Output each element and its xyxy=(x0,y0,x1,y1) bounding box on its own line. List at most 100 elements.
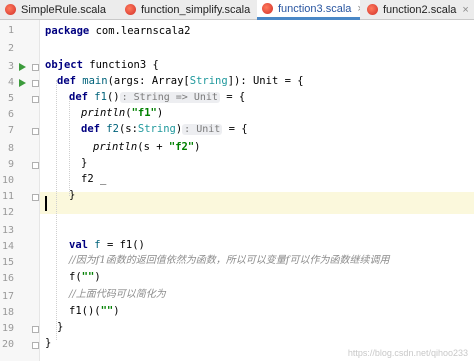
line-number: 1 xyxy=(7,25,14,36)
keyword: def xyxy=(57,75,76,87)
scala-file-icon xyxy=(262,3,273,14)
code-text: function3 { xyxy=(82,59,159,71)
scala-file-icon xyxy=(5,4,16,15)
keyword: val xyxy=(69,239,88,251)
line-number: 11 xyxy=(1,191,14,202)
code-line-19: } xyxy=(57,321,64,333)
code-text: (s: xyxy=(118,123,138,135)
type-name: String xyxy=(189,75,228,87)
fold-marker-icon[interactable] xyxy=(32,128,39,135)
current-line-highlight xyxy=(40,192,474,214)
keyword: def xyxy=(69,91,88,103)
line-number: 8 xyxy=(7,143,14,154)
code-text: f( xyxy=(69,271,82,283)
code-line-20: } xyxy=(45,337,52,349)
code-line-8: println(s + "f2") xyxy=(93,139,201,155)
line-number: 13 xyxy=(1,225,14,236)
code-line-14: val f = f1() xyxy=(69,237,145,253)
code-line-11: } xyxy=(69,189,76,201)
run-gutter-icon[interactable] xyxy=(19,63,26,71)
tab-function-simplify[interactable]: function_simplify.scala × xyxy=(120,0,253,19)
type-hint: : Unit xyxy=(182,124,223,135)
string-literal: "f2" xyxy=(168,141,195,153)
function-name: f1 xyxy=(87,91,107,103)
code-line-4: def main(args: Array[String]): Unit = { xyxy=(57,73,304,89)
tab-function3[interactable]: function3.scala × xyxy=(257,0,360,20)
variable-name: f xyxy=(87,239,101,251)
line-number: 10 xyxy=(1,175,14,186)
code-line-5: def f1(): String => Unit = { xyxy=(69,89,245,105)
code-line-16: f("") xyxy=(69,269,101,285)
line-number: 19 xyxy=(1,323,14,334)
line-number: 6 xyxy=(7,109,14,120)
string-literal: "f1" xyxy=(131,107,157,119)
line-number: 16 xyxy=(1,273,14,284)
fold-marker-icon[interactable] xyxy=(32,64,39,71)
code-text: com.learnscala2 xyxy=(89,25,191,37)
line-number: 5 xyxy=(7,93,14,104)
line-number: 18 xyxy=(1,307,14,318)
line-number: 2 xyxy=(7,43,14,54)
watermark: https://blog.csdn.net/qihoo233 xyxy=(347,348,468,358)
string-literal: "" xyxy=(100,305,114,317)
code-line-6: println("f1") xyxy=(81,105,163,121)
line-number: 7 xyxy=(7,125,14,136)
code-text: = f1() xyxy=(100,239,145,251)
editor-gutter: 1 2 3 4 5 6 7 8 9 10 11 12 13 14 15 16 1… xyxy=(0,20,40,361)
function-call: println xyxy=(81,107,126,119)
function-name: main xyxy=(75,75,108,87)
keyword: package xyxy=(45,25,90,37)
type-hint: : String => Unit xyxy=(119,92,220,103)
string-literal: "" xyxy=(81,271,95,283)
line-number: 15 xyxy=(1,257,14,268)
indent-guide xyxy=(69,96,70,196)
tab-simplerule[interactable]: SimpleRule.scala × xyxy=(0,0,110,19)
keyword: object xyxy=(45,59,83,71)
line-number: 20 xyxy=(1,339,14,350)
code-text: (args: Array[ xyxy=(107,75,190,87)
code-text: = { xyxy=(219,91,246,103)
line-number: 12 xyxy=(1,207,14,218)
tab-function2[interactable]: function2.scala × xyxy=(362,0,474,19)
tab-label: function3.scala xyxy=(278,2,352,15)
line-number: 14 xyxy=(1,241,14,252)
code-line-1: package com.learnscala2 xyxy=(45,23,190,39)
editor-tab-bar: SimpleRule.scala × function_simplify.sca… xyxy=(0,0,474,20)
scala-file-icon xyxy=(125,4,136,15)
type-name: String xyxy=(137,123,176,135)
fold-marker-icon[interactable] xyxy=(32,342,39,349)
scala-file-icon xyxy=(367,4,378,15)
indent-guide xyxy=(56,80,57,340)
text-caret xyxy=(45,196,47,211)
code-text: ) xyxy=(156,107,164,119)
code-line-3: object function3 { xyxy=(45,57,159,73)
code-text: () xyxy=(106,91,120,103)
run-gutter-icon[interactable] xyxy=(19,79,26,87)
code-text: (s + xyxy=(137,141,169,153)
code-line-18: f1()("") xyxy=(69,303,120,319)
tab-label: function_simplify.scala xyxy=(141,3,251,16)
code-line-9: } xyxy=(81,157,88,169)
function-call: println xyxy=(93,141,138,153)
keyword: def xyxy=(81,123,100,135)
code-text: = { xyxy=(222,123,248,135)
line-number: 17 xyxy=(1,291,14,302)
code-line-10: f2 _ xyxy=(81,173,107,185)
line-number: 9 xyxy=(7,159,14,170)
code-text: ) xyxy=(94,271,101,283)
fold-marker-icon[interactable] xyxy=(32,96,39,103)
line-number: 4 xyxy=(7,77,14,88)
tab-label: SimpleRule.scala xyxy=(21,3,106,16)
fold-marker-icon[interactable] xyxy=(32,194,39,201)
code-text: ) xyxy=(194,141,201,153)
code-text: ]): Unit = { xyxy=(227,75,304,87)
close-tab-icon[interactable]: × xyxy=(462,4,468,16)
code-line-7: def f2(s:String): Unit = { xyxy=(81,121,248,137)
fold-marker-icon[interactable] xyxy=(32,80,39,87)
code-comment: //上面代码可以简化为 xyxy=(69,289,166,300)
code-editor[interactable]: package com.learnscala2 object function3… xyxy=(40,20,474,361)
fold-marker-icon[interactable] xyxy=(32,326,39,333)
fold-marker-icon[interactable] xyxy=(32,162,39,169)
close-tab-icon[interactable]: × xyxy=(357,3,360,15)
tab-label: function2.scala xyxy=(383,3,457,16)
